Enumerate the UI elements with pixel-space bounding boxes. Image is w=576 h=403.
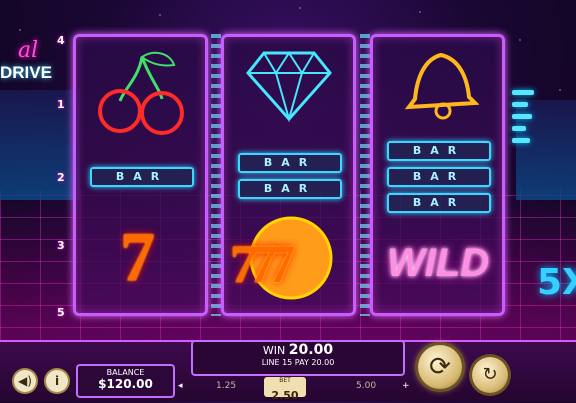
reels-area: BAR 7 BAR BAR 777 BAR BAR BAR WILD [71,34,511,319]
balance-label: BALANCE [106,368,145,377]
reel-separator [360,34,370,316]
spin-button[interactable]: ⟳ [418,345,462,389]
bar-symbol: BAR [238,153,342,173]
bar-symbol: BAR [238,179,342,199]
bet-selector: ◂ 1.25 BET 2.50 5.00 + [178,377,414,402]
win-display: WIN 20.00 LINE 15 PAY 20.00 [191,340,405,376]
bar-symbol: BAR [387,167,491,187]
info-button[interactable]: i [46,370,68,392]
reel-2: BAR BAR 777 [221,34,356,316]
autoplay-icon: ↻ [482,364,498,385]
bet-option-next[interactable]: 5.00 [356,381,376,391]
reel-1: BAR 7 [73,34,208,316]
triple-seven-symbol: 777 [230,234,295,294]
seven-symbol: 7 [120,219,155,296]
bell-icon [404,52,479,120]
win-label: WIN [262,344,286,357]
balance-value: $120.00 [98,377,153,391]
win-line-info: LINE 15 PAY 20.00 [261,358,335,367]
spin-arrows-icon: ⟳ [429,352,451,382]
cherry-icon [98,51,184,135]
bet-current[interactable]: BET 2.50 [264,377,306,402]
payline-4[interactable]: 4 [57,34,65,47]
speaker-icon: ◀) [18,374,32,388]
payline-2[interactable]: 2 [57,171,65,184]
payline-numbers: 4 1 2 3 5 [57,34,71,324]
bet-increase-button[interactable]: + [402,381,410,391]
equalizer-decoration [512,90,540,150]
bet-value: 2.50 [271,389,299,402]
bet-option-prev[interactable]: 1.25 [216,381,236,391]
balance-display: BALANCE $120.00 [76,364,175,398]
reel-separator [211,34,221,316]
bar-symbol: BAR [90,167,194,187]
payline-3[interactable]: 3 [57,239,65,252]
autoplay-button[interactable]: ↻ [472,357,508,393]
payline-1[interactable]: 1 [57,98,65,111]
reel-3: BAR BAR BAR WILD [370,34,505,316]
payline-5[interactable]: 5 [57,306,65,319]
win-amount: 20.00 [288,342,334,358]
bar-symbol: BAR [387,193,491,213]
multiplier-label: 5X [537,262,576,303]
diamond-icon [246,51,332,123]
sound-button[interactable]: ◀) [14,370,36,392]
bet-decrease-button[interactable]: ◂ [178,381,183,391]
bar-symbol: BAR [387,141,491,161]
wild-symbol: WILD [387,241,490,285]
bet-label: BET [279,377,291,384]
